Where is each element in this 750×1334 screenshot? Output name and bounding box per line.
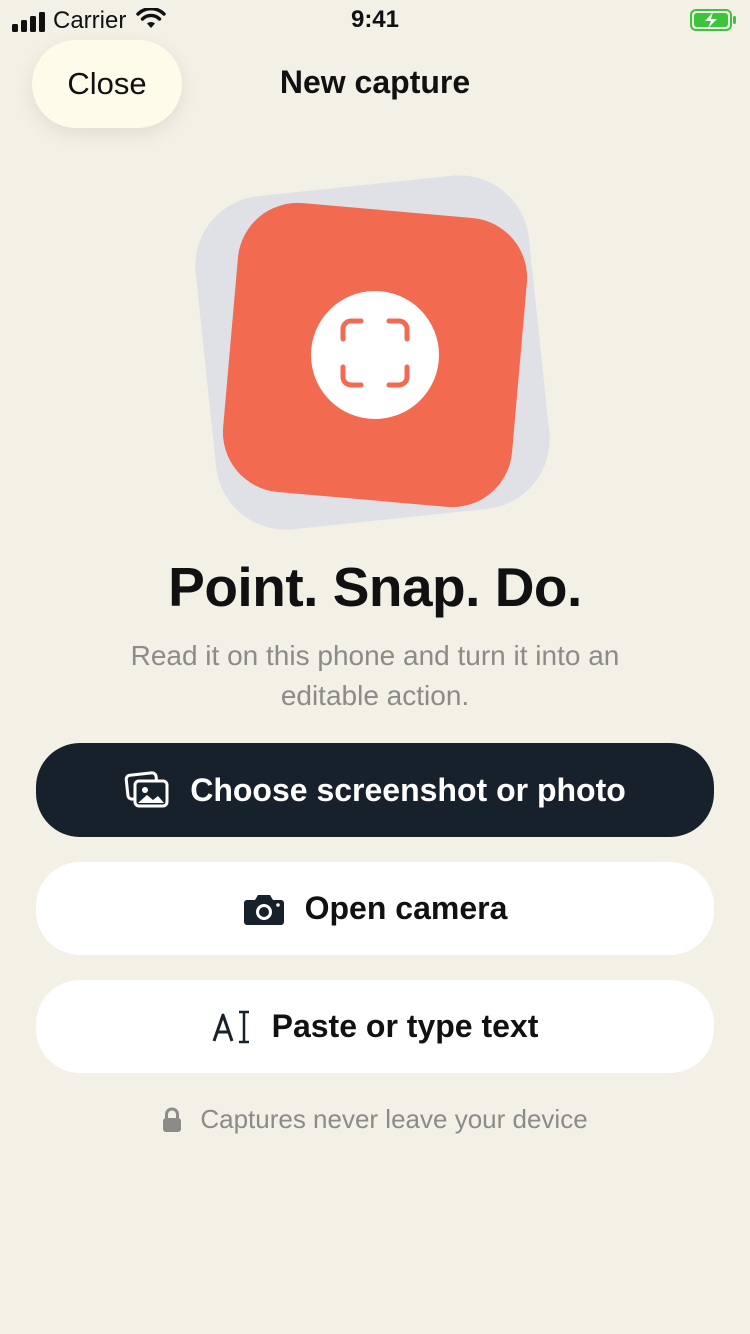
headline: Point. Snap. Do. [168, 556, 582, 618]
subtext: Read it on this phone and turn it into a… [130, 640, 620, 711]
open-camera-button[interactable]: Open camera [36, 862, 714, 955]
privacy-note: Captures never leave your device [0, 1104, 750, 1135]
choose-photo-button[interactable]: Choose screenshot or photo [36, 743, 714, 837]
lock-icon [162, 1107, 182, 1133]
photo-stack-icon [124, 771, 170, 809]
text-cursor-icon [212, 1009, 252, 1045]
choose-photo-label: Choose screenshot or photo [190, 771, 626, 808]
status-time: 9:41 [350, 6, 400, 33]
camera-icon [243, 892, 285, 926]
capture-screen: Carrier 9:41 Close New capture Point. Sn… [0, 0, 750, 1334]
hero-illustration [188, 168, 557, 537]
page-title: New capture [279, 64, 471, 100]
status-bar: Carrier 9:41 [0, 0, 750, 40]
hero-front-card [217, 197, 533, 513]
paste-text-label: Paste or type text [271, 1008, 539, 1044]
paste-text-button[interactable]: Paste or type text [36, 980, 714, 1073]
open-camera-label: Open camera [304, 890, 508, 926]
battery-charging-icon [690, 9, 738, 36]
hero-circle [311, 291, 439, 419]
scan-frame-icon [339, 317, 411, 394]
privacy-label: Captures never leave your device [200, 1104, 588, 1134]
